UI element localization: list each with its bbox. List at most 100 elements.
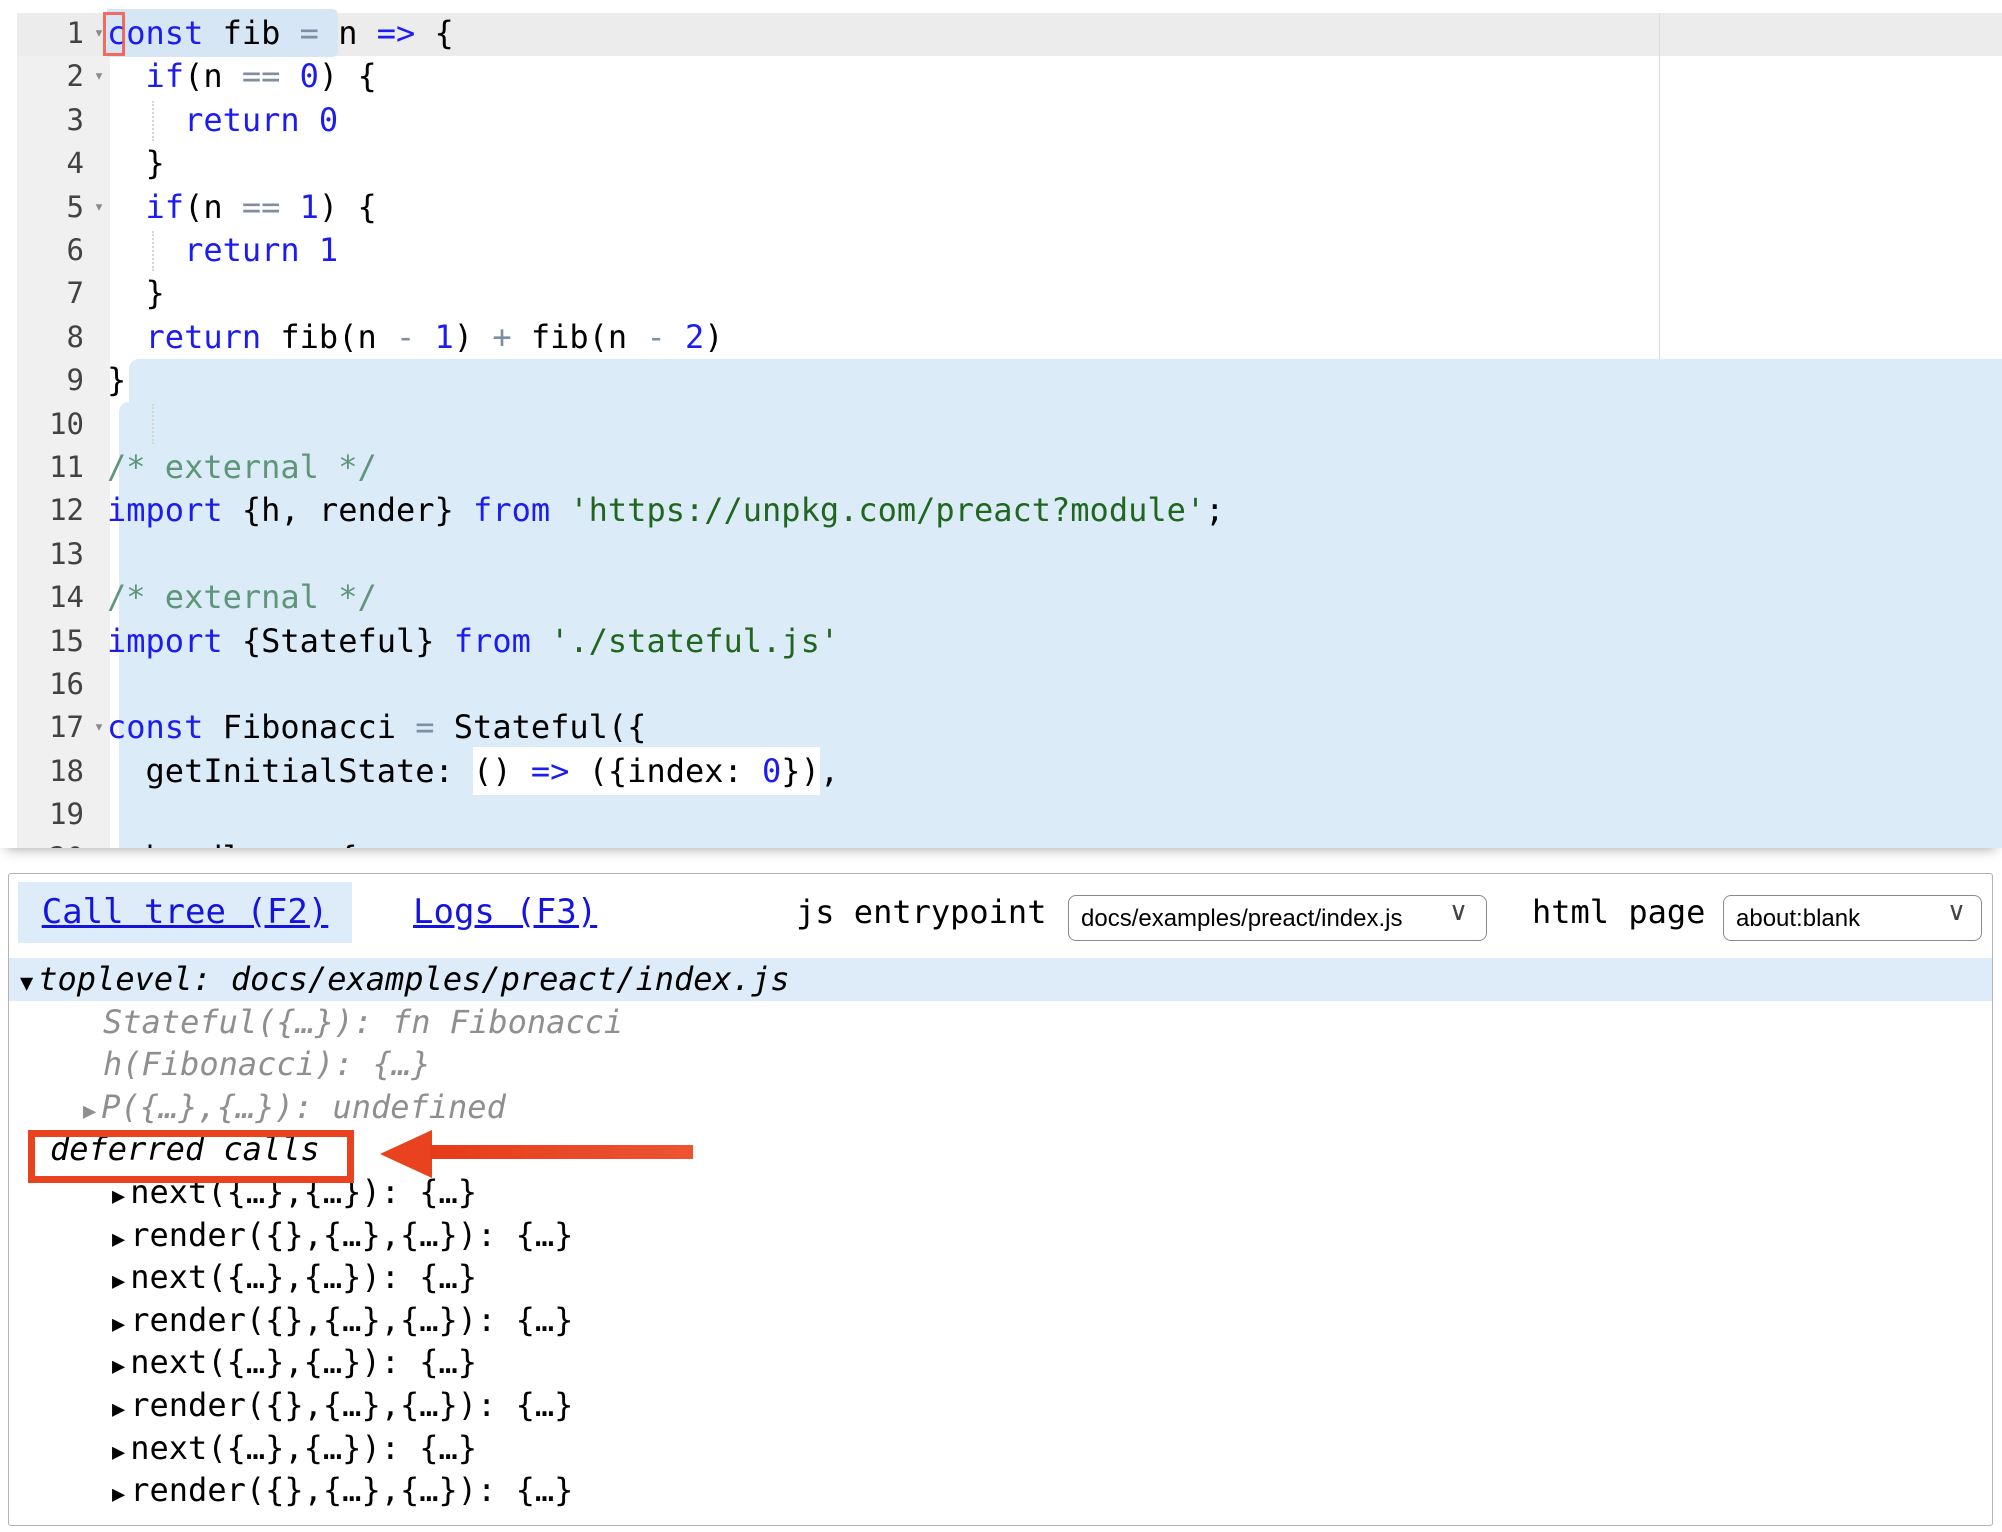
code-token: ==	[242, 57, 281, 95]
code-token: fib(n	[261, 318, 396, 356]
expand-arrow-icon[interactable]: ▶	[112, 1312, 125, 1337]
code-line[interactable]: }	[107, 272, 165, 315]
line-number: 15	[0, 620, 84, 663]
code-token: 0	[300, 57, 319, 95]
code-token: fib	[203, 9, 299, 57]
expand-arrow-icon[interactable]: ▶	[112, 1397, 125, 1422]
code-line[interactable]: import {h, render} from 'https://unpkg.c…	[107, 489, 1224, 532]
call-tree-row[interactable]: ▶next({…},{…}): {…}	[112, 1427, 477, 1470]
call-tree-row[interactable]: ▶render({},{…},{…}): {…}	[112, 1469, 573, 1512]
code-token: )	[454, 318, 493, 356]
expand-arrow-icon[interactable]: ▶	[112, 1482, 125, 1507]
code-token	[107, 101, 184, 139]
code-token: =>	[377, 14, 416, 52]
line-number: 8	[0, 316, 84, 359]
code-token: handlers: {	[107, 839, 357, 848]
code-token: 1	[435, 318, 454, 356]
code-token: Stateful({	[435, 708, 647, 746]
line-number: 7	[0, 272, 84, 315]
code-line[interactable]: /* external */	[107, 446, 377, 489]
code-line[interactable]: if(n == 0) {	[107, 55, 377, 98]
code-token: if	[146, 188, 185, 226]
code-token	[531, 622, 550, 660]
code-token: ) {	[319, 57, 377, 95]
call-tree-row[interactable]: Stateful({…}): fn Fibonacci	[103, 1001, 623, 1044]
code-token: ()	[473, 747, 531, 795]
code-token: from	[454, 622, 531, 660]
call-tree-row-label: next({…},{…}): {…}	[130, 1343, 477, 1381]
call-tree-row-label: next({…},{…}): {…}	[130, 1258, 477, 1296]
code-line[interactable]: const Fibonacci = Stateful({	[107, 706, 646, 749]
html-page-select[interactable]: about:blank	[1723, 895, 1982, 941]
call-tree-row[interactable]: ▶next({…},{…}): {…}	[112, 1341, 477, 1384]
code-line[interactable]: handlers: {	[107, 837, 357, 848]
fold-arrow-icon[interactable]: ▾	[88, 186, 110, 229]
cursor-position-marker	[103, 12, 125, 56]
collapse-arrow-icon[interactable]: ▼	[20, 971, 33, 996]
code-token: /* external */	[107, 448, 377, 486]
fold-arrow-icon[interactable]: ▾	[88, 706, 110, 749]
code-token	[415, 318, 434, 356]
annotation-red-arrow-shaft	[430, 1145, 693, 1159]
code-token: from	[473, 491, 550, 529]
code-token: import	[107, 491, 223, 529]
code-line[interactable]: /* external */	[107, 576, 377, 619]
call-tree-row[interactable]: ▶render({},{…},{…}): {…}	[112, 1299, 573, 1342]
code-token: 1	[300, 188, 319, 226]
code-line[interactable]: getInitialState: () => ({index: 0}),	[107, 750, 839, 793]
call-tree-row[interactable]: ▶render({},{…},{…}): {…}	[112, 1384, 573, 1427]
expand-arrow-icon[interactable]: ▶	[112, 1354, 125, 1379]
code-token: -	[396, 318, 415, 356]
line-number: 1	[0, 12, 84, 55]
code-token: (n	[184, 188, 242, 226]
expand-arrow-icon[interactable]: ▶	[83, 1099, 96, 1124]
tab-call-tree[interactable]: Call tree (F2)	[18, 882, 352, 943]
code-token	[280, 188, 299, 226]
annotation-red-arrow-icon	[380, 1130, 432, 1178]
code-line[interactable]: }	[107, 142, 165, 185]
code-token: }	[107, 144, 165, 182]
line-number: 17	[0, 706, 84, 749]
line-number: 9	[0, 359, 84, 402]
tab-logs[interactable]: Logs (F3)	[413, 882, 597, 943]
line-number: 16	[0, 663, 84, 706]
code-line[interactable]: return fib(n - 1) + fib(n - 2)	[107, 316, 724, 359]
code-token: return	[146, 318, 262, 356]
code-token: n	[338, 14, 377, 52]
selection-highlight	[129, 359, 2002, 403]
fold-arrow-icon[interactable]: ▾	[88, 55, 110, 98]
expand-arrow-icon[interactable]: ▶	[112, 1227, 125, 1252]
call-tree-row[interactable]: ▶next({…},{…}): {…}	[112, 1256, 477, 1299]
code-line[interactable]: const fib = n => {	[107, 12, 454, 55]
code-token: -	[646, 318, 665, 356]
code-token: 1	[319, 231, 338, 269]
code-line[interactable]: return 0	[107, 99, 338, 142]
code-token	[107, 231, 184, 269]
code-token: )	[704, 318, 723, 356]
expand-arrow-icon[interactable]: ▶	[112, 1184, 125, 1209]
call-tree-row[interactable]: ▼toplevel: docs/examples/preact/index.js	[9, 958, 1992, 1001]
code-token: +	[492, 318, 511, 356]
code-line[interactable]: import {Stateful} from './stateful.js'	[107, 620, 839, 663]
code-line[interactable]: return 1	[107, 229, 338, 272]
code-token: 'https://unpkg.com/preact?module'	[569, 491, 1205, 529]
code-line[interactable]: if(n == 1) {	[107, 186, 377, 229]
code-line[interactable]: }	[107, 359, 126, 402]
code-token: Fibonacci	[203, 708, 415, 746]
call-tree-row[interactable]: ▶P({…},{…}): undefined	[83, 1086, 506, 1129]
line-number: 2	[0, 55, 84, 98]
code-token: ,	[820, 752, 839, 790]
expand-arrow-icon[interactable]: ▶	[112, 1440, 125, 1465]
line-number: 19	[0, 793, 84, 836]
js-entrypoint-select[interactable]: docs/examples/preact/index.js	[1068, 895, 1487, 941]
code-token	[107, 188, 146, 226]
expand-arrow-icon[interactable]: ▶	[112, 1269, 125, 1294]
call-tree-row[interactable]: h(Fibonacci): {…}	[103, 1043, 431, 1086]
call-tree-row[interactable]: ▶render({},{…},{…}): {…}	[112, 1214, 573, 1257]
code-token: 2	[685, 318, 704, 356]
code-token: const	[107, 708, 203, 746]
code-token: }	[107, 361, 126, 399]
code-token: fib(n	[512, 318, 647, 356]
code-editor[interactable]: const fib = n => { if(n == 0) { return 0…	[0, 0, 2002, 848]
call-tree-row-label: Stateful({…}): fn Fibonacci	[103, 1003, 623, 1041]
